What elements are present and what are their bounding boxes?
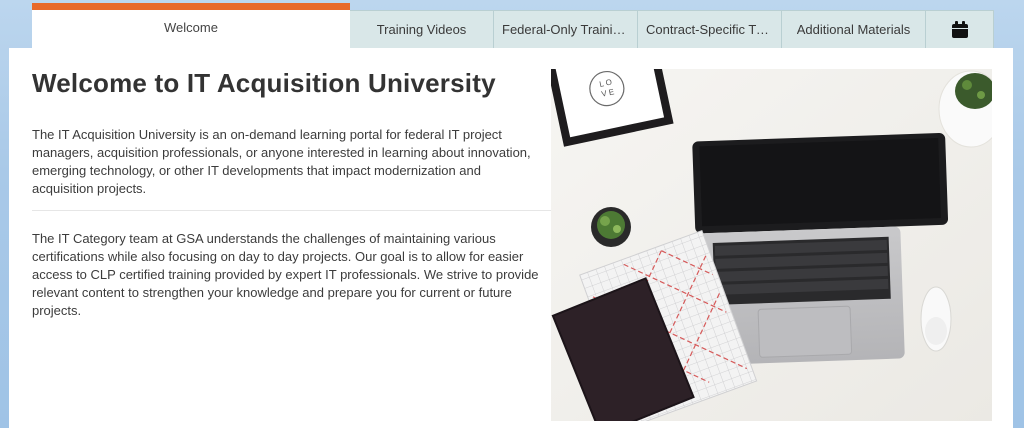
tab-contract-specific-label: Contract-Specific Trainings [646,22,773,37]
tab-training-videos[interactable]: Training Videos [350,10,494,48]
tab-federal-only-trainings[interactable]: Federal-Only Trainings [494,10,638,48]
tab-additional-materials-label: Additional Materials [796,22,911,37]
hero-image: L O V E [551,69,992,421]
mission-paragraph: The IT Category team at GSA understands … [32,231,539,318]
desk-photo: L O V E [551,69,992,421]
welcome-panel: Welcome to IT Acquisition University The… [9,48,1013,428]
tab-contract-specific-trainings[interactable]: Contract-Specific Trainings [638,10,782,48]
calendar-icon [951,21,968,38]
divider [32,210,552,211]
tab-additional-materials[interactable]: Additional Materials [782,10,926,48]
tab-calendar[interactable] [926,10,994,48]
mouse [920,286,952,352]
tab-training-videos-label: Training Videos [376,22,467,37]
page-title: Welcome to IT Acquisition University [32,68,496,98]
tab-welcome-label: Welcome [164,19,218,35]
tab-welcome[interactable]: Welcome [32,3,350,48]
tab-bar: Welcome Training Videos Federal-Only Tra… [32,3,994,48]
tab-federal-only-label: Federal-Only Trainings [502,22,629,37]
succulent [591,207,631,247]
intro-paragraph: The IT Acquisition University is an on-d… [32,127,531,196]
